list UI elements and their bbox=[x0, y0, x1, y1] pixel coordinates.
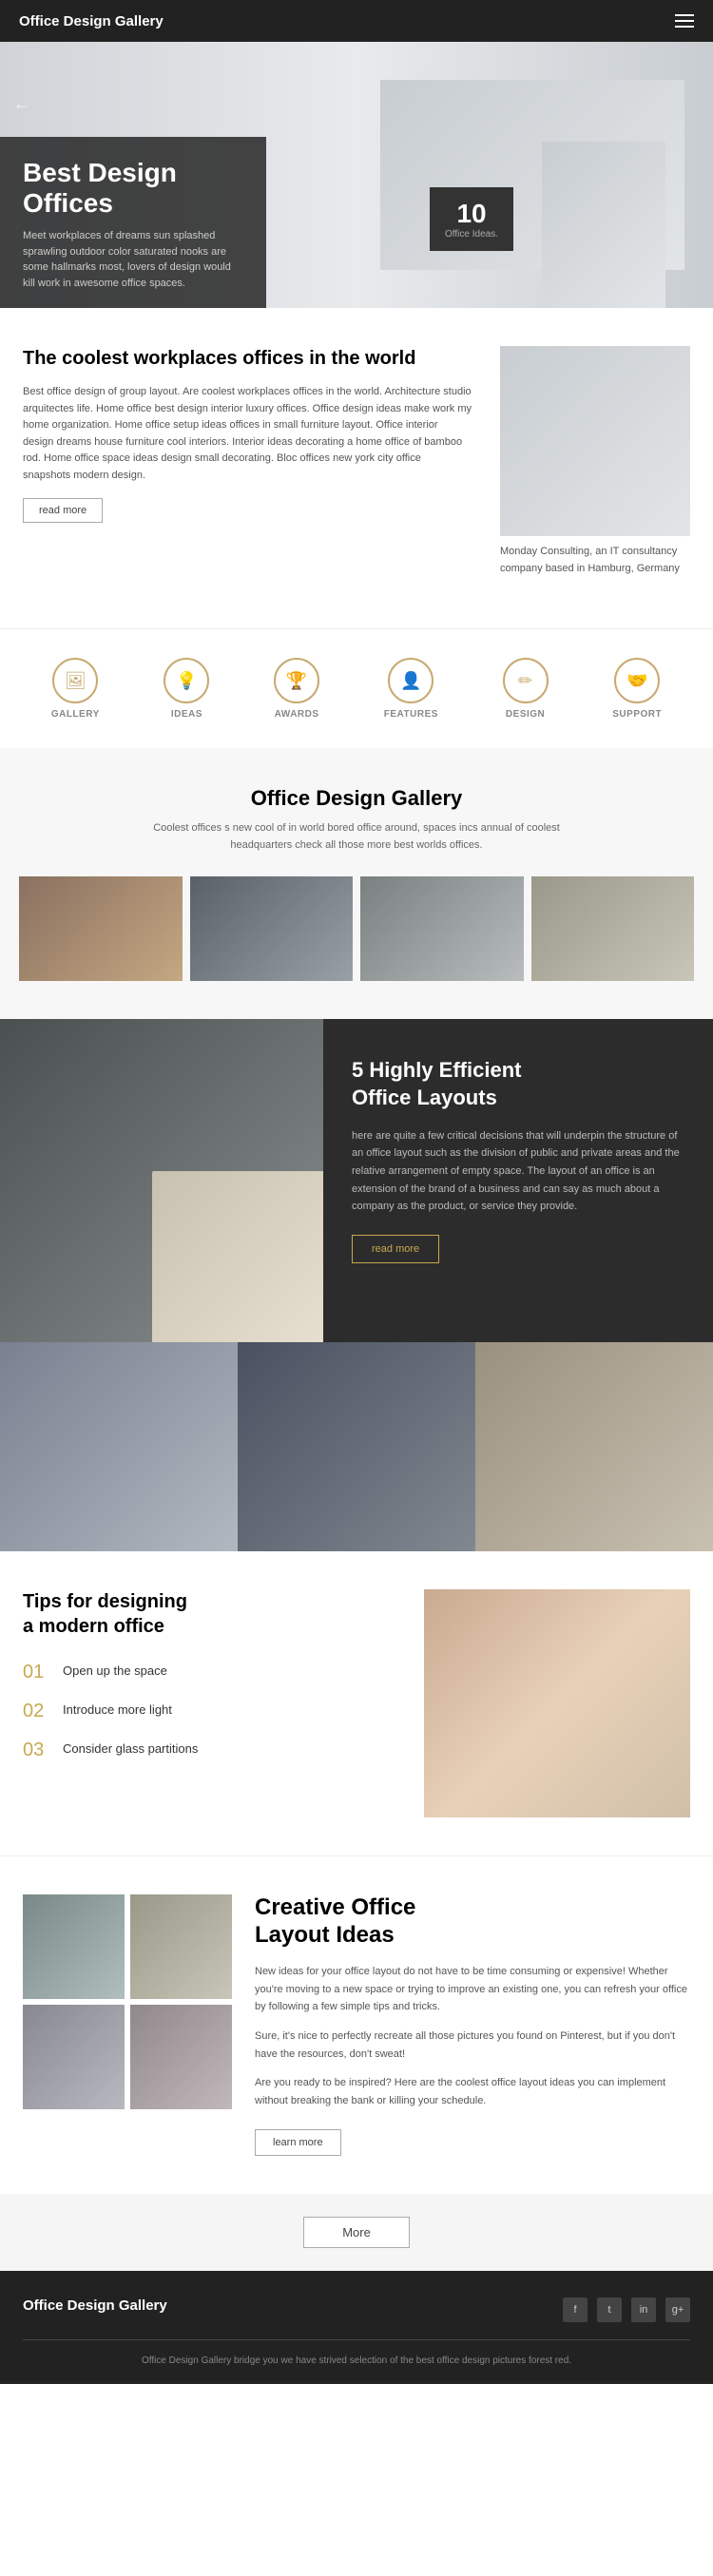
creative-photo-3 bbox=[23, 2005, 125, 2109]
gallery-grid bbox=[19, 876, 694, 981]
icon-ideas[interactable]: 💡 IDEAS bbox=[164, 658, 209, 720]
footer-copyright: Office Design Gallery bridge you we have… bbox=[23, 2339, 690, 2369]
creative-section: Creative Office Layout Ideas New ideas f… bbox=[0, 1856, 713, 2193]
support-icon: 🤝 bbox=[614, 658, 660, 703]
hero-badge: 10 Office Ideas. bbox=[430, 187, 513, 251]
tip-item-2: 02 Introduce more light bbox=[23, 1701, 401, 1722]
efficient-desk-photo bbox=[152, 1171, 323, 1342]
photo-grid-cell-1 bbox=[0, 1342, 238, 1551]
design-icon: ✏ bbox=[503, 658, 549, 703]
support-label: SUPPORT bbox=[612, 709, 662, 720]
photo-grid-cell-2 bbox=[238, 1342, 475, 1551]
footer-instagram-icon[interactable]: in bbox=[631, 2297, 656, 2322]
efficient-content: 5 Highly Efficient Office Layouts here a… bbox=[323, 1019, 713, 1342]
icon-features[interactable]: 👤 FEATURES bbox=[384, 658, 438, 720]
hero-badge-number: 10 bbox=[445, 199, 498, 229]
awards-icon: 🏆 bbox=[274, 658, 319, 703]
hero-section: ← Best Design Offices Meet workplaces of… bbox=[0, 42, 713, 308]
gallery-thumb-3[interactable] bbox=[360, 876, 524, 981]
gallery-subtitle: Coolest offices s new cool of in world b… bbox=[128, 820, 585, 854]
gallery-thumb-4[interactable] bbox=[531, 876, 695, 981]
creative-para1: New ideas for your office layout do not … bbox=[255, 1963, 690, 2016]
coolest-section: The coolest workplaces offices in the wo… bbox=[0, 308, 713, 628]
header: Office Design Gallery bbox=[0, 0, 713, 42]
tip-text-2: Introduce more light bbox=[63, 1701, 172, 1717]
footer-title: Office Design Gallery bbox=[23, 2297, 167, 2314]
creative-content: Creative Office Layout Ideas New ideas f… bbox=[255, 1894, 690, 2155]
ideas-icon: 💡 bbox=[164, 658, 209, 703]
gallery-icon: 🖼 bbox=[52, 658, 98, 703]
icon-awards[interactable]: 🏆 AWARDS bbox=[274, 658, 319, 720]
tip-text-3: Consider glass partitions bbox=[63, 1740, 198, 1756]
icon-gallery[interactable]: 🖼 GALLERY bbox=[51, 658, 100, 720]
tip-item-1: 01 Open up the space bbox=[23, 1662, 401, 1683]
header-title: Office Design Gallery bbox=[19, 13, 164, 29]
gallery-label: GALLERY bbox=[51, 709, 100, 720]
efficient-section: 5 Highly Efficient Office Layouts here a… bbox=[0, 1019, 713, 1342]
hero-heading: Best Design Offices bbox=[23, 158, 243, 219]
tip-num-2: 02 bbox=[23, 1701, 49, 1722]
hero-badge-label: Office Ideas. bbox=[445, 229, 498, 240]
photo-grid-cell-3 bbox=[475, 1342, 713, 1551]
hero-description: Meet workplaces of dreams sun splashed s… bbox=[23, 228, 243, 291]
tips-photo bbox=[424, 1589, 690, 1817]
tip-item-3: 03 Consider glass partitions bbox=[23, 1740, 401, 1761]
footer-google-icon[interactable]: g+ bbox=[665, 2297, 690, 2322]
coolest-heading: The coolest workplaces offices in the wo… bbox=[23, 346, 472, 371]
more-section: More bbox=[0, 2194, 713, 2271]
efficient-photo bbox=[0, 1019, 323, 1342]
design-label: DESIGN bbox=[506, 709, 545, 720]
efficient-body: here are quite a few critical decisions … bbox=[352, 1127, 684, 1216]
creative-photo-grid-container bbox=[23, 1894, 232, 2155]
coolest-read-more-button[interactable]: read more bbox=[23, 498, 103, 523]
footer-social-icons: f t in g+ bbox=[563, 2297, 690, 2322]
efficient-read-more-button[interactable]: read more bbox=[352, 1235, 439, 1263]
footer: Office Design Gallery f t in g+ Office D… bbox=[0, 2271, 713, 2384]
creative-para2: Sure, it's nice to perfectly recreate al… bbox=[255, 2028, 690, 2063]
tips-photo-area bbox=[424, 1589, 690, 1817]
creative-heading: Creative Office Layout Ideas bbox=[255, 1894, 690, 1950]
coolest-person-photo bbox=[500, 346, 690, 536]
coolest-left: The coolest workplaces offices in the wo… bbox=[23, 346, 472, 590]
footer-facebook-icon[interactable]: f bbox=[563, 2297, 588, 2322]
coolest-body: Best office design of group layout. Are … bbox=[23, 384, 472, 485]
awards-label: AWARDS bbox=[275, 709, 319, 720]
creative-para3: Are you ready to be inspired? Here are t… bbox=[255, 2074, 690, 2109]
creative-photo-2 bbox=[130, 1894, 232, 1999]
creative-learn-more-button[interactable]: learn more bbox=[255, 2129, 341, 2156]
tips-heading: Tips for designing a modern office bbox=[23, 1589, 401, 1639]
more-button[interactable]: More bbox=[303, 2217, 410, 2248]
coolest-right: Monday Consulting, an IT consultancy com… bbox=[500, 346, 690, 590]
gallery-section: Office Design Gallery Coolest offices s … bbox=[0, 748, 713, 1019]
gallery-title: Office Design Gallery bbox=[19, 786, 694, 811]
tip-text-1: Open up the space bbox=[63, 1662, 167, 1678]
features-icon: 👤 bbox=[388, 658, 434, 703]
gallery-thumb-1[interactable] bbox=[19, 876, 183, 981]
gallery-thumb-2[interactable] bbox=[190, 876, 354, 981]
footer-twitter-icon[interactable]: t bbox=[597, 2297, 622, 2322]
icon-row: 🖼 GALLERY 💡 IDEAS 🏆 AWARDS 👤 FEATURES ✏ … bbox=[0, 628, 713, 748]
hero-arrow-icon: ← bbox=[13, 94, 30, 114]
efficient-heading: 5 Highly Efficient Office Layouts bbox=[352, 1057, 684, 1111]
tip-num-1: 01 bbox=[23, 1662, 49, 1683]
ideas-label: IDEAS bbox=[171, 709, 202, 720]
icon-support[interactable]: 🤝 SUPPORT bbox=[612, 658, 662, 720]
photo-grid-3 bbox=[0, 1342, 713, 1551]
tips-content: Tips for designing a modern office 01 Op… bbox=[23, 1589, 401, 1817]
hero-text-overlay: Best Design Offices Meet workplaces of d… bbox=[0, 137, 266, 308]
icon-design[interactable]: ✏ DESIGN bbox=[503, 658, 549, 720]
creative-photo-1 bbox=[23, 1894, 125, 1999]
tips-section: Tips for designing a modern office 01 Op… bbox=[0, 1551, 713, 1855]
hamburger-menu[interactable] bbox=[675, 14, 694, 28]
features-label: FEATURES bbox=[384, 709, 438, 720]
hero-person-photo bbox=[542, 142, 665, 308]
footer-top: Office Design Gallery f t in g+ bbox=[23, 2297, 690, 2322]
coolest-caption: Monday Consulting, an IT consultancy com… bbox=[500, 544, 690, 577]
creative-photo-4 bbox=[130, 2005, 232, 2109]
tip-num-3: 03 bbox=[23, 1740, 49, 1761]
creative-photo-grid bbox=[23, 1894, 232, 2109]
